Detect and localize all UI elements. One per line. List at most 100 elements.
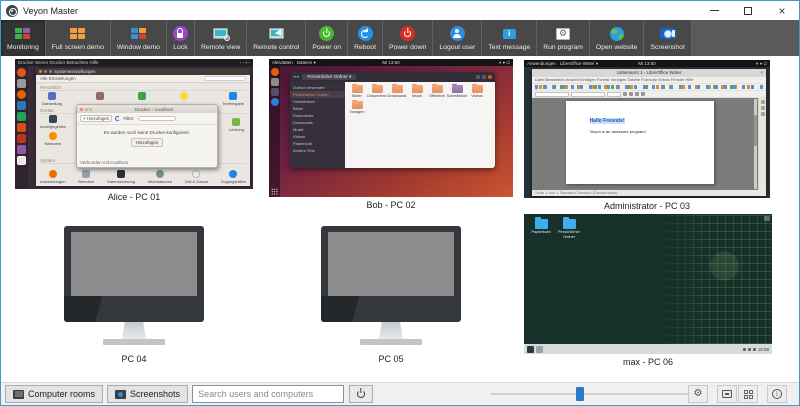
offline-monitor-screen: [328, 232, 454, 296]
thumbnail-size-slider-handle[interactable]: [576, 387, 584, 401]
toolbar-button-monitoring[interactable]: Monitoring: [1, 20, 46, 56]
writer-document-area: Hallo Freunde! Veyon is an awesome progr…: [532, 98, 766, 190]
toolbar-button-logout-user[interactable]: Logout user: [433, 20, 482, 56]
close-button[interactable]: ×: [765, 1, 799, 20]
item-label: Bilder: [352, 94, 362, 98]
refresh-icon: [115, 116, 120, 121]
alice-menubar: Drucker Server Drucker Betrachten Hilfe …: [15, 59, 253, 66]
close-dot-icon: [80, 108, 83, 111]
computer-tile-administrator-pc03[interactable]: Anwendungen LibreOffice Writer ▾ Mi 13:5…: [524, 60, 770, 211]
reload-thumbnails-button[interactable]: [717, 385, 737, 403]
system-tray: 15:59: [743, 347, 769, 352]
computer-tile-pc05-offline[interactable]: PC 05: [269, 226, 513, 364]
maximize-button[interactable]: [731, 1, 765, 20]
toolbar-button-remote-control[interactable]: Remote control: [247, 20, 306, 56]
text-message-icon: i: [503, 26, 516, 42]
thumbnail-size-slider[interactable]: [491, 387, 703, 401]
calc-icon: [17, 112, 26, 121]
bob-files-sidebar: Zuletzt verwendetPersönlicher OrdnerSchr…: [290, 82, 345, 168]
item-label: Zugangshilfen: [221, 179, 246, 184]
toolbar-button-run-program[interactable]: ⚙ Run program: [537, 20, 590, 56]
screenshots-button[interactable]: Screenshots: [107, 385, 188, 403]
power-menu-button[interactable]: [349, 385, 373, 403]
alice-settings-item: Informationen: [148, 170, 172, 184]
application-launcher-icon: [527, 346, 534, 353]
open-website-icon: [610, 26, 624, 42]
item-label: Vorlagen: [350, 110, 365, 114]
bob-screen-thumbnail[interactable]: Aktivitäten Dateien ▾ Mi 13:50 ▾ ● ⏻ ◂ ▸…: [269, 59, 513, 197]
folder-item: Öffentlich: [428, 85, 446, 98]
computer-tile-max-pc06[interactable]: Papierkorb Persönlicher Ordner 15:59 max…: [524, 214, 772, 367]
item-icon: [82, 170, 90, 178]
desktop-folder-icon: Papierkorb: [527, 219, 555, 235]
item-label: Anwendungen: [40, 179, 66, 184]
menu-icon: [482, 75, 486, 79]
sidebar-icon: [761, 112, 765, 116]
toolbar-icons-strip: [535, 85, 763, 89]
toolbar-label: Window demo: [117, 44, 160, 51]
path-bar: Persönlicher Ordner ▾: [302, 74, 356, 80]
monitor-stand: [122, 322, 146, 339]
alice-settings-title: Systemeinstellungen: [54, 69, 96, 74]
toolbar-button-remote-view[interactable]: Remote view: [195, 20, 247, 56]
max-screen-thumbnail[interactable]: Papierkorb Persönlicher Ordner 15:59: [524, 214, 772, 354]
kde-taskbar: 15:59: [524, 344, 772, 354]
toolbar-button-open-website[interactable]: Open website: [590, 20, 645, 56]
item-icon: [472, 85, 483, 93]
settings-button[interactable]: ⚙: [688, 385, 708, 403]
toolbar-button-fullscreen-demo[interactable]: Full screen demo: [46, 20, 111, 56]
toolbar-button-lock[interactable]: Lock: [167, 20, 195, 56]
toolbar-button-window-demo[interactable]: Window demo: [111, 20, 167, 56]
document-body-text: Veyon is an awesome program!: [590, 129, 646, 134]
toolbar-button-power-on[interactable]: Power on: [306, 20, 348, 56]
align-icon: [641, 92, 645, 96]
computer-tile-pc04-offline[interactable]: PC 04: [15, 226, 253, 364]
activities-label: Aktivitäten: [272, 59, 293, 66]
minimize-button[interactable]: [697, 1, 731, 20]
bob-sidebar-item: Zuletzt verwendet: [290, 84, 345, 91]
item-label: Netzwerk: [45, 141, 62, 146]
computer-label: PC 05: [378, 354, 403, 364]
italic-icon: [629, 92, 633, 96]
toolbar-button-power-down[interactable]: Power down: [383, 20, 433, 56]
offline-monitor-screen: [71, 232, 197, 296]
item-label: Zeit & Datum: [185, 179, 208, 184]
remote-view-icon: [213, 26, 228, 42]
computer-tile-alice-pc01[interactable]: Drucker Server Drucker Betrachten Hilfe …: [15, 59, 253, 202]
tray-icon: [743, 348, 746, 351]
tray-icon: [753, 348, 756, 351]
toolbar: Monitoring Full screen demo Window demo …: [1, 20, 799, 56]
item-icon: [392, 85, 403, 93]
item-label: Darstellung: [42, 101, 62, 106]
show-applications-icon: [271, 188, 278, 195]
admin-screen-thumbnail[interactable]: Anwendungen LibreOffice Writer ▾ Mi 13:5…: [524, 60, 770, 198]
writer-statusbar: Seite 1 von 1 Standard Deutsch (Deutschl…: [532, 190, 766, 196]
alice-printer-dialog-titlebar: Drucker – localhost: [77, 105, 217, 113]
folder-item: Dokumente: [368, 85, 386, 98]
add-printer-label: Hinzufügen: [87, 116, 110, 121]
alice-printer-dialog-title: Drucker – localhost: [94, 107, 215, 112]
power-on-icon: [319, 26, 334, 42]
minimize-dot-icon: [85, 108, 88, 111]
toolbar-button-screenshot[interactable]: Screenshot: [644, 20, 691, 56]
alice-settings-item: Anwendungen: [40, 170, 66, 184]
maximize-icon: [744, 7, 752, 15]
computer-tile-bob-pc02[interactable]: Aktivitäten Dateien ▾ Mi 13:50 ▾ ● ⏻ ◂ ▸…: [269, 59, 513, 210]
alice-screen-thumbnail[interactable]: Drucker Server Drucker Betrachten Hilfe …: [15, 59, 253, 189]
alice-settings-item: Anzeigegeräte: [40, 115, 66, 129]
close-icon: ×: [760, 69, 763, 77]
alice-settings-window: Systemeinstellungen Alle Einstellungen P…: [36, 68, 250, 186]
search-input[interactable]: [192, 385, 344, 403]
bob-sidebar-item: Dokumente: [290, 112, 345, 119]
align-to-grid-button[interactable]: [738, 385, 758, 403]
toolbar-label: Text message: [488, 44, 530, 51]
desktop-folder-icon: Persönlicher Ordner: [555, 219, 583, 239]
item-icon: [229, 170, 237, 178]
toolbar-button-reboot[interactable]: Reboot: [348, 20, 383, 56]
toolbar-label: Open website: [596, 44, 638, 51]
about-button[interactable]: i: [767, 385, 787, 403]
slider-track[interactable]: [491, 393, 703, 395]
computer-rooms-button[interactable]: Computer rooms: [5, 385, 103, 403]
toolbar-button-text-message[interactable]: i Text message: [482, 20, 537, 56]
alice-devices-column: Anzeigegeräte Netzwerk: [40, 115, 66, 146]
